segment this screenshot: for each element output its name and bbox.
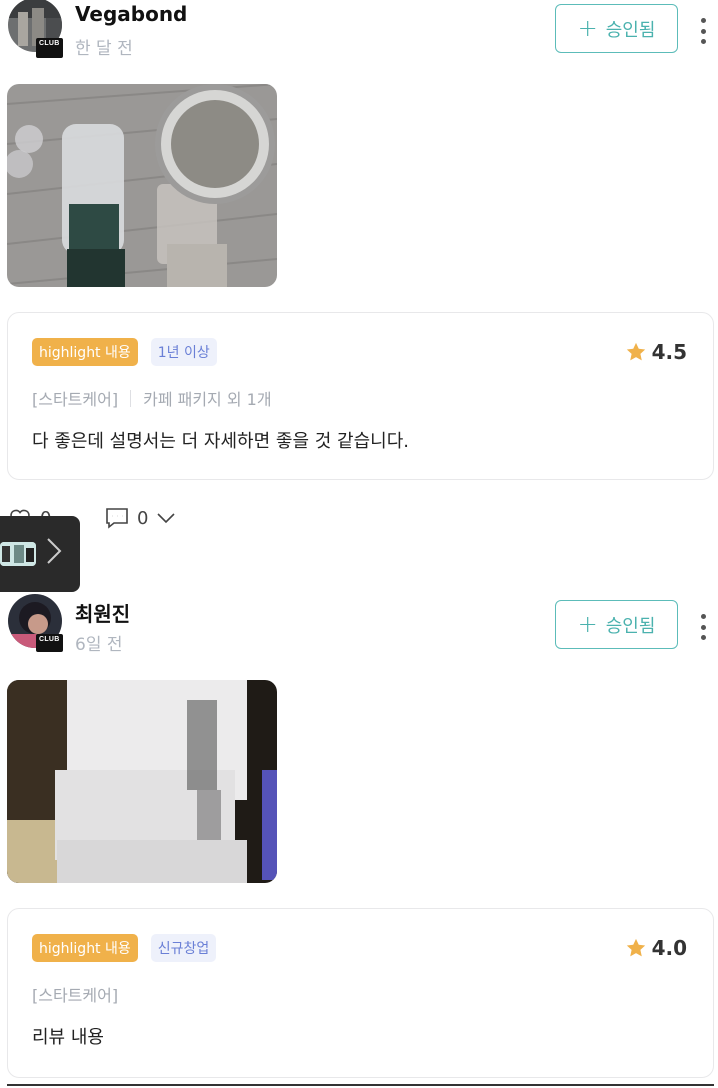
author-name[interactable]: 최원진 — [75, 598, 130, 627]
club-badge: CLUB — [36, 634, 63, 652]
approved-label: 승인됨 — [605, 19, 656, 41]
review-text: 다 좋은데 설명서는 더 자세하면 좋을 것 같습니다. — [32, 431, 409, 452]
comment-count: 0 — [137, 507, 149, 529]
floating-thumbnail-widget[interactable] — [0, 516, 80, 592]
post-header: CLUB Vegabond 한 달 전 + 승인됨 — [0, 0, 718, 60]
review-feed: CLUB Vegabond 한 달 전 + 승인됨 highlight 내용 1… — [0, 0, 718, 1088]
chevron-right-icon — [46, 537, 62, 572]
approved-label: 승인됨 — [605, 615, 656, 637]
highlight-tag: highlight 내용 — [32, 934, 138, 962]
divider — [7, 1084, 714, 1086]
club-badge: CLUB — [36, 38, 63, 58]
category-label: [스타트케어] — [32, 390, 119, 409]
review-meta: [스타트케어] — [32, 982, 118, 1006]
review-post: CLUB Vegabond 한 달 전 + 승인됨 highlight 내용 1… — [0, 0, 718, 529]
star-icon — [626, 938, 645, 957]
more-options-icon[interactable] — [698, 614, 708, 640]
review-photo[interactable] — [7, 84, 277, 287]
reaction-bar: 0 0 — [0, 498, 718, 538]
comment-button[interactable]: 0 — [105, 507, 176, 529]
review-tags: highlight 내용 신규창업 — [32, 934, 217, 962]
review-photo[interactable] — [7, 680, 277, 883]
rating: 4.0 — [625, 936, 687, 960]
approved-button[interactable]: + 승인됨 — [555, 4, 678, 53]
plus-icon: + — [577, 13, 598, 42]
business-stage-tag: 신규창업 — [150, 934, 217, 962]
thumbnail-image — [0, 542, 36, 566]
comment-icon — [106, 508, 128, 529]
rating-value: 4.0 — [651, 936, 687, 960]
category-label: [스타트케어] — [32, 986, 119, 1005]
more-options-icon[interactable] — [698, 18, 708, 44]
review-tags: highlight 내용 1년 이상 — [32, 338, 217, 366]
post-header: CLUB 최원진 6일 전 + 승인됨 — [0, 594, 718, 655]
author-name[interactable]: Vegabond — [75, 2, 187, 26]
review-text: 리뷰 내용 — [32, 1027, 104, 1048]
review-photo-image — [7, 680, 277, 883]
highlight-tag: highlight 내용 — [32, 338, 138, 366]
approved-button[interactable]: + 승인됨 — [555, 600, 678, 649]
package-label: 카페 패키지 외 1개 — [143, 390, 272, 409]
review-meta: [스타트케어] 카페 패키지 외 1개 — [32, 386, 272, 410]
star-icon — [626, 342, 645, 361]
post-time: 한 달 전 — [75, 39, 133, 59]
plus-icon: + — [577, 609, 598, 638]
review-card: highlight 내용 신규창업 4.0 [스타트케어] 리뷰 내용 — [7, 908, 714, 1078]
post-time: 6일 전 — [75, 635, 123, 655]
rating: 4.5 — [625, 340, 687, 364]
chevron-down-icon — [157, 513, 176, 524]
meta-divider — [130, 389, 132, 407]
review-photo-image — [7, 84, 277, 287]
review-card: highlight 내용 1년 이상 4.5 [스타트케어] 카페 패키지 외 … — [7, 312, 714, 480]
period-tag: 1년 이상 — [150, 338, 217, 366]
rating-value: 4.5 — [651, 340, 687, 364]
review-post: CLUB 최원진 6일 전 + 승인됨 highlight 내용 신규창업 4.… — [0, 594, 718, 1078]
